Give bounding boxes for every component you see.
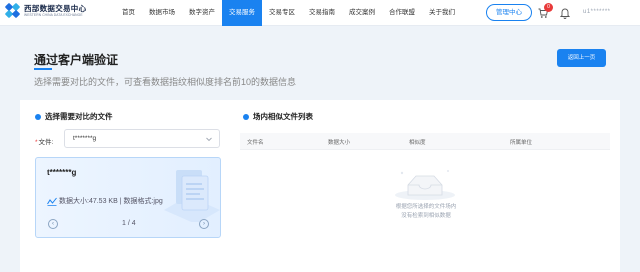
left-section-title: 选择需要对比的文件 <box>35 111 113 122</box>
file-preview-card[interactable]: t*******g 数据大小:47.53 KB | 数据格式:jpg ‹ 1 /… <box>35 157 221 238</box>
admin-center-button[interactable]: 管理中心 <box>486 4 532 21</box>
nav-trading-guide[interactable]: 交易指南 <box>302 0 342 26</box>
nav-home[interactable]: 首页 <box>115 0 142 26</box>
title-underline <box>34 68 52 70</box>
nav-alliance[interactable]: 合作联盟 <box>382 0 422 26</box>
cart-badge: 0 <box>544 3 553 12</box>
nav-digital-assets[interactable]: 数字资产 <box>182 0 222 26</box>
prev-page-button[interactable]: ‹ <box>48 219 58 229</box>
page-title: 通过客户端验证 <box>34 53 119 67</box>
file-card-meta: 数据大小:47.53 KB | 数据格式:jpg <box>47 196 163 206</box>
nav-about[interactable]: 关于我们 <box>422 0 462 26</box>
chevron-down-icon <box>206 137 212 142</box>
column-header: 文件名 <box>247 140 264 146</box>
section-dot-icon <box>243 113 249 120</box>
bell-icon[interactable] <box>560 7 570 19</box>
username[interactable]: u1******* <box>583 9 611 15</box>
nav-trading-zone[interactable]: 交易专区 <box>262 0 302 26</box>
file-card-pagination: 1 / 4 <box>122 220 136 227</box>
page-subtitle: 选择需要对比的文件，可查看数据指纹相似度排名前10的数据信息 <box>34 77 297 87</box>
section-dot-icon <box>35 113 41 120</box>
empty-state-text: 根据您所选择的文件场内 没有检索到相似数据 <box>395 204 457 219</box>
main-nav: 首页 数据市场 数字资产 交易服务 交易专区 交易指南 成交案例 合作联盟 关于… <box>115 0 462 26</box>
similar-files-table-header: 文件名 数据大小 相似度 所属单位 <box>240 133 610 150</box>
file-illustration-icon <box>164 170 220 222</box>
nav-cases[interactable]: 成交案例 <box>342 0 382 26</box>
column-header: 数据大小 <box>328 140 351 146</box>
brand-name-en: WESTERN CHINA DATA EXCHANGE <box>24 12 83 17</box>
chart-line-icon <box>47 197 57 206</box>
right-section-title: 场内相似文件列表 <box>243 111 313 122</box>
file-select-value: t*******g <box>73 135 97 142</box>
column-header: 相似度 <box>409 140 426 146</box>
back-button[interactable]: 返回上一页 <box>557 49 606 67</box>
empty-box-icon <box>395 170 455 200</box>
file-label: *文件: <box>35 139 54 146</box>
nav-trading-services[interactable]: 交易服务 <box>222 0 262 26</box>
next-page-button[interactable]: › <box>199 219 209 229</box>
file-select[interactable]: t*******g <box>64 129 220 148</box>
file-card-name: t*******g <box>47 168 77 177</box>
column-header: 所属单位 <box>510 140 533 146</box>
nav-data-market[interactable]: 数据市场 <box>142 0 182 26</box>
brand-logo[interactable]: 西部数据交易中心 WESTERN CHINA DATA EXCHANGE <box>4 2 87 19</box>
logo-icon <box>4 2 21 19</box>
top-navbar: 西部数据交易中心 WESTERN CHINA DATA EXCHANGE 首页 … <box>0 0 640 26</box>
brand-name: 西部数据交易中心 <box>24 4 87 14</box>
